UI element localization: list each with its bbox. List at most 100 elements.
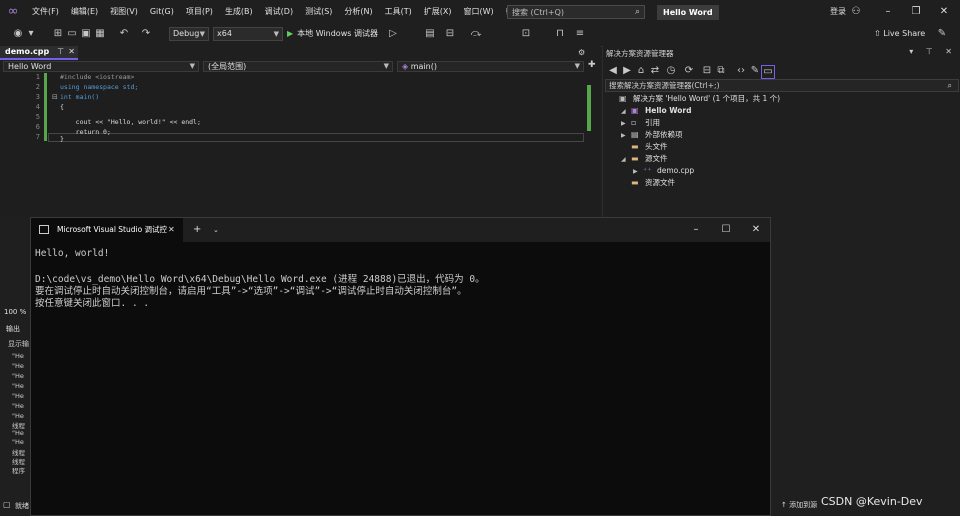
properties-icon[interactable]: ✎ xyxy=(749,65,761,77)
bookmark-icon[interactable]: ⊓ xyxy=(554,28,566,40)
split-editor-icon[interactable]: ✚ xyxy=(588,60,596,70)
menu-build[interactable]: 生成(B) xyxy=(219,0,259,24)
menu-extensions[interactable]: 扩展(X) xyxy=(418,0,458,24)
save-icon[interactable]: ▣ xyxy=(80,28,92,40)
back-icon[interactable]: ◀ xyxy=(607,65,619,77)
platform-value: x64 xyxy=(217,29,232,38)
visual-studio-logo-icon[interactable]: ∞ xyxy=(6,5,20,19)
collapse-icon[interactable]: ⊟ xyxy=(52,93,58,101)
back-forward-icon[interactable]: ◉ xyxy=(12,28,24,40)
browser-link-icon[interactable]: ▤ xyxy=(424,28,436,40)
chevron-down-icon[interactable]: ◢ xyxy=(621,154,631,166)
console-close-button[interactable]: ✕ xyxy=(741,218,771,242)
zoom-level[interactable]: 100 % xyxy=(4,308,26,316)
settings-gear-icon[interactable]: ⚙ xyxy=(578,48,585,57)
forward-icon[interactable]: ▶ xyxy=(621,65,633,77)
menu-file[interactable]: 文件(F) xyxy=(26,0,65,24)
status-icon: ▢ xyxy=(3,500,11,509)
view-code-icon[interactable]: ‹› xyxy=(735,65,747,77)
solution-search-input[interactable]: 搜索解决方案资源管理器(Ctrl+;) ⌕ xyxy=(605,79,959,92)
panel-options-icon[interactable]: ▾ ⊤ ✕ xyxy=(909,47,957,56)
start-debugging-button[interactable]: ▶ 本地 Windows 调试器 xyxy=(287,27,378,41)
show-all-files-icon[interactable]: ⧉ xyxy=(715,65,727,77)
menu-edit[interactable]: 编辑(E) xyxy=(65,0,104,24)
save-all-icon[interactable]: ▦ xyxy=(94,28,106,40)
console-minimize-button[interactable]: – xyxy=(681,218,711,242)
tree-item-header-files[interactable]: ▬ 头文件 xyxy=(621,141,668,153)
project-dropdown[interactable]: Hello Word ▼ xyxy=(3,61,199,72)
folder-icon: ▬ xyxy=(631,178,639,187)
console-tab[interactable]: Microsoft Visual Studio 调试控 ✕ xyxy=(31,218,183,242)
status-ready-label: 就绪 xyxy=(15,502,29,510)
folder-icon: ▬ xyxy=(631,154,639,163)
undo-icon[interactable]: ↶ xyxy=(118,28,130,40)
close-tab-icon[interactable]: ✕ xyxy=(168,218,175,242)
tree-item-external-deps[interactable]: ▶ ▤ 外部依赖项 xyxy=(621,129,683,141)
close-tab-icon[interactable]: ✕ xyxy=(68,47,75,56)
menu-view[interactable]: 视图(V) xyxy=(104,0,144,24)
search-placeholder: 搜索 (Ctrl+Q) xyxy=(512,7,565,17)
tab-demo-cpp[interactable]: demo.cpp ⊤ ✕ xyxy=(0,46,78,60)
external-deps-icon: ▤ xyxy=(631,130,639,139)
pending-changes-icon[interactable]: ◷ xyxy=(665,65,677,77)
tree-item-resource-files[interactable]: ▬ 资源文件 xyxy=(621,177,675,189)
preview-icon[interactable]: ▭ xyxy=(761,65,775,79)
breakpoint-icon[interactable]: ⊡ xyxy=(520,28,532,40)
new-project-icon[interactable]: ⊞ xyxy=(52,28,64,40)
solution-explorer-title: 解决方案资源管理器 xyxy=(606,49,674,58)
code-line: #include <iostream> xyxy=(60,73,135,81)
solution-search-placeholder: 搜索解决方案资源管理器(Ctrl+;) xyxy=(609,81,720,90)
feedback-icon[interactable]: ✎ xyxy=(936,28,948,40)
console-maximize-button[interactable]: ☐ xyxy=(711,218,741,242)
line-number: 6 xyxy=(35,123,40,131)
home-icon[interactable]: ⌂ xyxy=(635,65,647,77)
change-marker xyxy=(587,85,591,131)
menu-tools[interactable]: 工具(T) xyxy=(379,0,418,24)
account-icon[interactable]: ⚇ xyxy=(842,0,870,24)
chevron-down-icon: ▼ xyxy=(574,62,580,70)
global-search-input[interactable]: 搜索 (Ctrl+Q) ⌕ xyxy=(507,5,645,19)
show-output-from-label: 显示输 xyxy=(8,340,29,348)
tree-item-demo-cpp[interactable]: ▶ ⁺⁺ demo.cpp xyxy=(633,165,694,177)
close-button[interactable]: ✕ xyxy=(930,0,958,24)
collapse-all-icon[interactable]: ⊟ xyxy=(701,65,713,77)
pin-icon[interactable]: ⊤ xyxy=(57,47,64,56)
switch-views-icon[interactable]: ⇄ xyxy=(649,65,661,77)
menu-test[interactable]: 测试(S) xyxy=(299,0,338,24)
open-file-icon[interactable]: ▭ xyxy=(66,28,78,40)
code-editor[interactable]: 1 2 3 4 5 6 7 ⊟ #include <iostream> usin… xyxy=(0,73,600,215)
platform-select[interactable]: x64 ▼ xyxy=(213,27,283,41)
editor-scrollbar[interactable] xyxy=(584,73,594,215)
add-to-source-control-button[interactable]: ↑ 添加到源 xyxy=(781,500,817,510)
configuration-select[interactable]: Debug ▼ xyxy=(169,27,209,41)
restore-button[interactable]: ❐ xyxy=(902,0,930,24)
menu-git[interactable]: Git(G) xyxy=(144,0,180,24)
minimize-button[interactable]: – xyxy=(874,0,902,24)
sync-icon[interactable]: ⟳ xyxy=(683,65,695,77)
start-without-debugging-icon[interactable]: ▷ xyxy=(387,28,399,40)
menu-debug[interactable]: 调试(D) xyxy=(259,0,299,24)
tree-item-project[interactable]: ◢ ▣ Hello Word xyxy=(621,105,692,117)
diagnostics-icon[interactable]: ⊟ xyxy=(444,28,456,40)
comment-icon[interactable]: ≡ xyxy=(574,28,586,40)
search-icon: ⌕ xyxy=(947,81,952,90)
tree-item-references[interactable]: ▶ ▫ 引用 xyxy=(621,117,660,129)
navigate-dropdown-icon[interactable]: ▾ xyxy=(25,28,37,40)
menu-analyze[interactable]: 分析(N) xyxy=(338,0,378,24)
scope-dropdown-value: (全局范围) xyxy=(208,62,247,71)
menu-project[interactable]: 项目(P) xyxy=(180,0,219,24)
scope-dropdown[interactable]: (全局范围) ▼ xyxy=(203,61,393,72)
code-line: int main() xyxy=(60,93,100,101)
tree-item-solution[interactable]: ▣ 解决方案 'Hello Word' (1 个项目，共 1 个) xyxy=(609,93,780,105)
redo-icon[interactable]: ↷ xyxy=(140,28,152,40)
live-share-button[interactable]: ⇧ Live Share xyxy=(874,27,925,41)
tree-item-label: 解决方案 'Hello Word' (1 个项目，共 1 个) xyxy=(633,94,781,103)
tree-item-source-files[interactable]: ◢ ▬ 源文件 xyxy=(621,153,668,165)
chevron-down-icon[interactable]: ⌄ xyxy=(213,218,219,242)
menu-window[interactable]: 窗口(W) xyxy=(458,0,500,24)
step-icon[interactable]: ⤼ xyxy=(470,28,482,40)
tree-item-label: 引用 xyxy=(645,118,660,127)
document-tab-bar: demo.cpp ⊤ ✕ ⚙ xyxy=(0,46,600,60)
new-tab-icon[interactable]: + xyxy=(193,218,201,242)
member-dropdown[interactable]: ◈ main() ▼ xyxy=(397,61,584,72)
